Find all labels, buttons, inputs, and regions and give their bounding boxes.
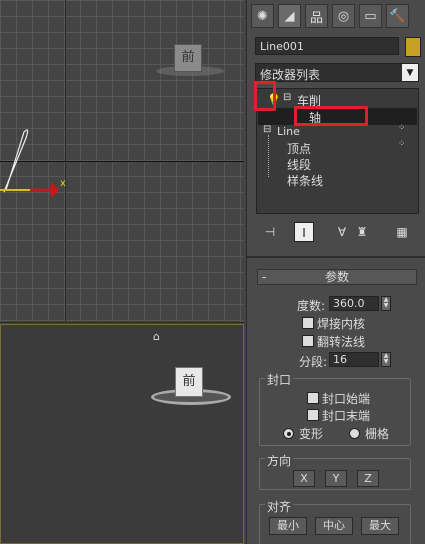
weld-core-checkbox[interactable] <box>302 317 314 329</box>
stack-toolbar: ⊣ I ∀ ♜ ▦ <box>256 222 419 242</box>
segments-spinner[interactable]: ▲ ▼ <box>381 352 391 367</box>
parameters-rollout: - 参数 度数: 360.0 ▲ ▼ 焊接内核 翻转法线 分段: 16 ▲ ▼ 封口… <box>251 264 421 544</box>
vertex-dots-icon: ⁘ <box>398 139 406 149</box>
view-cube-top[interactable]: 前 <box>156 40 226 80</box>
align-min-button[interactable]: 最小 <box>269 517 307 535</box>
stack-item-vertex[interactable]: 顶点 <box>287 140 311 157</box>
utilities-tab-icon[interactable]: 🔨 <box>386 4 409 28</box>
show-end-result-icon[interactable]: I <box>294 222 314 242</box>
command-panel: ✺ ◢ 品 ◎ ▭ 🔨 Line001 修改器列表 ▼ 💡 ⊟ 车削 轴 ⊟ L… <box>246 0 425 544</box>
flip-normals-label: 翻转法线 <box>317 335 366 349</box>
stack-item-line[interactable]: Line <box>277 125 300 138</box>
object-color-swatch[interactable] <box>405 37 421 57</box>
weld-core-label: 焊接内核 <box>317 317 366 331</box>
cap-end-checkbox[interactable] <box>307 409 319 421</box>
direction-y-button[interactable]: Y <box>325 470 347 487</box>
expand-minus-icon[interactable]: ⊟ <box>283 92 291 103</box>
modifier-list-label: 修改器列表 <box>260 68 321 82</box>
command-panel-tabs: ✺ ◢ 品 ◎ ▭ 🔨 <box>251 4 409 28</box>
segments-input[interactable]: 16 <box>329 352 379 367</box>
cap-start-checkbox[interactable] <box>307 392 319 404</box>
parameters-rollout-header[interactable]: - 参数 <box>257 269 417 285</box>
align-max-button[interactable]: 最大 <box>361 517 399 535</box>
segments-label: 分段: <box>299 355 328 369</box>
create-tab-icon[interactable]: ✺ <box>251 4 274 28</box>
chevron-down-icon[interactable]: ▼ <box>402 64 418 81</box>
align-center-button[interactable]: 中心 <box>315 517 353 535</box>
expand-minus-icon[interactable]: ⊟ <box>263 124 271 135</box>
grid-label: 栅格 <box>365 427 390 441</box>
view-cube-face[interactable]: 前 <box>175 367 203 397</box>
direction-title: 方向 <box>265 452 294 469</box>
degrees-spinner[interactable]: ▲ ▼ <box>381 296 391 311</box>
flip-normals-checkbox[interactable] <box>302 335 314 347</box>
direction-x-button[interactable]: X <box>293 470 315 487</box>
object-name-field[interactable]: Line001 <box>255 37 399 55</box>
modifier-list-dropdown[interactable]: 修改器列表 ▼ <box>255 63 419 82</box>
hierarchy-tab-icon[interactable]: 品 <box>305 4 328 28</box>
grid-radio[interactable] <box>349 428 360 439</box>
stack-item-spline[interactable]: 样条线 <box>287 172 323 189</box>
parameters-title: 参数 <box>324 270 349 284</box>
stack-item-segment[interactable]: 线段 <box>287 156 311 173</box>
viewport-vertical-axis <box>65 0 66 322</box>
axis-highlight-box <box>294 106 368 126</box>
home-icon[interactable]: ⌂ <box>153 330 160 343</box>
motion-tab-icon[interactable]: ◎ <box>332 4 355 28</box>
direction-z-button[interactable]: Z <box>357 470 379 487</box>
gizmo-x-label: x <box>60 178 66 189</box>
align-title: 对齐 <box>265 498 294 515</box>
capping-title: 封口 <box>265 371 294 388</box>
perspective-viewport[interactable]: ⌂ 前 <box>0 324 244 544</box>
remove-modifier-icon[interactable]: ♜ <box>352 222 372 242</box>
make-unique-icon[interactable]: ∀ <box>332 222 352 242</box>
degrees-input[interactable]: 360.0 <box>329 296 379 311</box>
view-cube-face[interactable]: 前 <box>174 44 202 72</box>
collapse-icon[interactable]: - <box>262 270 266 284</box>
stack-tree-line <box>268 135 270 177</box>
configure-modifier-sets-icon[interactable]: ▦ <box>392 222 412 242</box>
gizmo-x-arrow[interactable] <box>30 183 58 197</box>
morph-radio[interactable] <box>283 428 294 439</box>
vertex-dots-icon: ⁘ <box>398 123 406 133</box>
cap-start-label: 封口始端 <box>322 392 371 406</box>
degrees-label: 度数: <box>297 299 326 313</box>
lightbulb-highlight-box <box>254 81 276 111</box>
cap-end-label: 封口末端 <box>322 409 371 423</box>
display-tab-icon[interactable]: ▭ <box>359 4 382 28</box>
modify-tab-icon[interactable]: ◢ <box>278 4 301 28</box>
view-cube-persp[interactable]: 前 <box>151 365 235 415</box>
panel-divider <box>247 256 425 258</box>
morph-label: 变形 <box>299 427 324 441</box>
front-viewport[interactable]: 前 x <box>0 0 244 323</box>
pin-stack-icon[interactable]: ⊣ <box>260 222 280 242</box>
